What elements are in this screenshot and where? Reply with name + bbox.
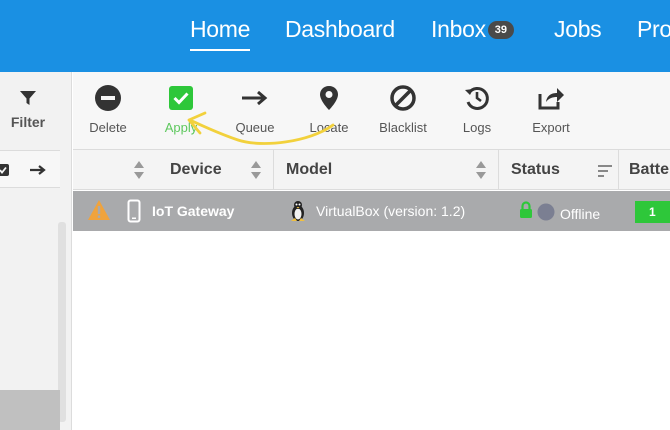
blacklist-label: Blacklist [379,120,427,135]
linux-icon [291,201,305,221]
nav-dashboard[interactable]: Dashboard [285,16,395,43]
column-status[interactable]: Status [511,161,560,179]
check-square-icon [169,86,193,110]
sort-icon[interactable] [250,159,262,181]
export-label: Export [532,120,570,135]
delete-button[interactable]: Delete [73,84,143,135]
queue-label: Queue [235,120,275,135]
status-dot-icon [537,203,555,221]
apply-button[interactable]: Apply [146,84,216,135]
nav-pro[interactable]: Pro [637,16,670,43]
sort-icon[interactable] [475,159,487,181]
minus-circle-icon [95,85,121,111]
arrow-right-icon[interactable] [28,163,48,177]
device-model: VirtualBox (version: 1.2) [316,203,466,219]
filter-button[interactable]: Filter [0,88,56,130]
logs-button[interactable]: Logs [442,84,512,135]
column-battery[interactable]: Batte [629,161,669,179]
nav-jobs[interactable]: Jobs [554,16,602,43]
nav-home[interactable]: Home [190,16,250,51]
export-button[interactable]: Export [516,84,586,135]
page: Home Dashboard Inbox39 Jobs Pro Filter [0,0,670,430]
checkbox-icon[interactable] [0,163,10,177]
logs-label: Logs [462,120,492,135]
blacklist-button[interactable]: Blacklist [368,84,438,135]
share-icon [538,88,564,110]
column-device[interactable]: Device [170,161,222,179]
filter-icon [20,91,36,105]
toolbar: Delete Apply Queue Locate Blacklist Logs… [73,72,670,150]
phone-icon [127,199,141,223]
top-nav: Home Dashboard Inbox 39 Jobs Pro [0,0,670,72]
battery-value: 1 [649,205,656,219]
column-separator [273,150,274,190]
arrow-right-icon [242,90,268,106]
nav-inbox[interactable]: Inbox 39 [431,16,515,43]
lock-icon [520,201,532,218]
left-panel: Filter [0,72,72,430]
warning-icon [88,200,110,220]
status-text: Offline [560,206,601,222]
left-selected-block [0,390,60,430]
locate-label: Locate [309,120,349,135]
device-name[interactable]: IoT Gateway [152,203,234,219]
filter-label: Filter [10,114,46,130]
history-icon [465,86,489,110]
inbox-count-badge: 39 [487,21,515,39]
column-model[interactable]: Model [286,161,332,179]
queue-button[interactable]: Queue [220,84,290,135]
battery-bar: 1 [635,201,670,223]
apply-label: Apply [164,120,198,135]
table-header: Device Model Status Batte [73,150,670,190]
left-subbar [0,150,60,188]
column-separator [618,150,619,190]
list-sort-icon[interactable] [597,163,613,179]
delete-label: Delete [89,120,127,135]
table-row[interactable]: IoT Gateway VirtualBox (version: 1.2) Of… [73,191,670,231]
sort-icon[interactable] [133,159,145,181]
ban-icon [390,85,416,111]
nav-inbox-label: Inbox [431,16,486,42]
map-pin-icon [320,86,338,110]
column-separator [498,150,499,190]
locate-button[interactable]: Locate [294,84,364,135]
